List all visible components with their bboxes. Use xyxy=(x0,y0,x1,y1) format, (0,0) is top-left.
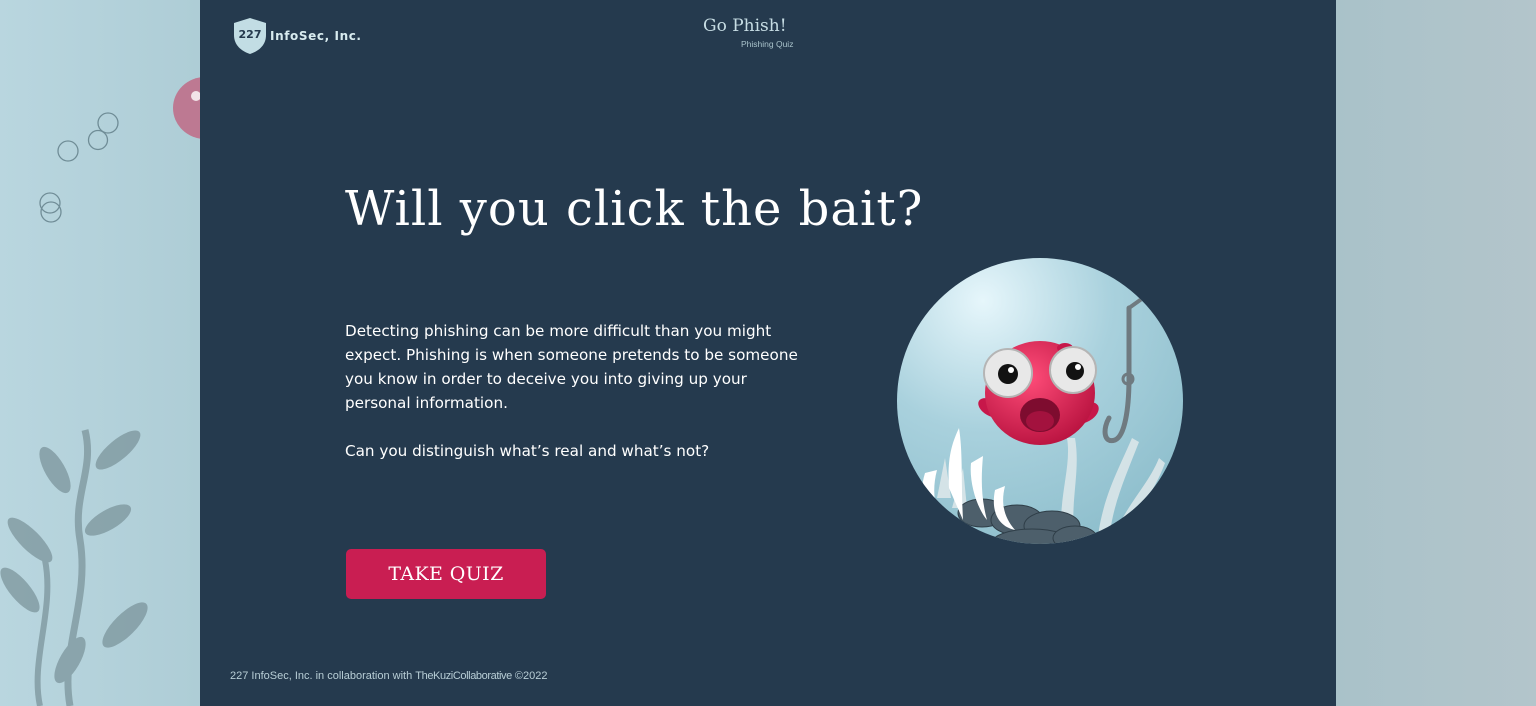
intro-question: Can you distinguish what’s real and what… xyxy=(345,442,710,460)
copyright: ©2022 xyxy=(514,670,548,682)
footer-prefix: 227 InfoSec, Inc. in collaboration with xyxy=(230,670,413,682)
collaborator-link[interactable]: TheKuziCollaborative xyxy=(415,670,512,682)
bubbles xyxy=(39,112,119,223)
shield-icon: 227 xyxy=(234,18,266,54)
fish-hook-illustration xyxy=(897,258,1183,544)
take-quiz-button[interactable]: TAKE QUIZ xyxy=(346,549,546,599)
footer: 227 InfoSec, Inc. in collaboration with … xyxy=(230,670,548,682)
background-decoration xyxy=(0,77,200,706)
peeking-fish xyxy=(173,77,200,139)
company-logo[interactable]: 227 InfoSec, Inc. xyxy=(232,17,362,55)
intro-description: Detecting phishing can be more difficult… xyxy=(345,322,798,412)
seaweed xyxy=(0,429,148,706)
brand-title-block: Go Phish! Phishing Quiz xyxy=(703,16,813,49)
company-name: InfoSec, Inc. xyxy=(270,29,362,43)
brand-title: Go Phish! xyxy=(703,16,787,36)
main-panel: 227 InfoSec, Inc. Go Phish! Phishing Qui… xyxy=(200,0,1336,706)
brand-subtitle: Phishing Quiz xyxy=(741,39,794,49)
svg-text:227: 227 xyxy=(239,28,262,41)
right-background xyxy=(1336,0,1536,706)
page-title: Will you click the bait? xyxy=(345,181,924,237)
